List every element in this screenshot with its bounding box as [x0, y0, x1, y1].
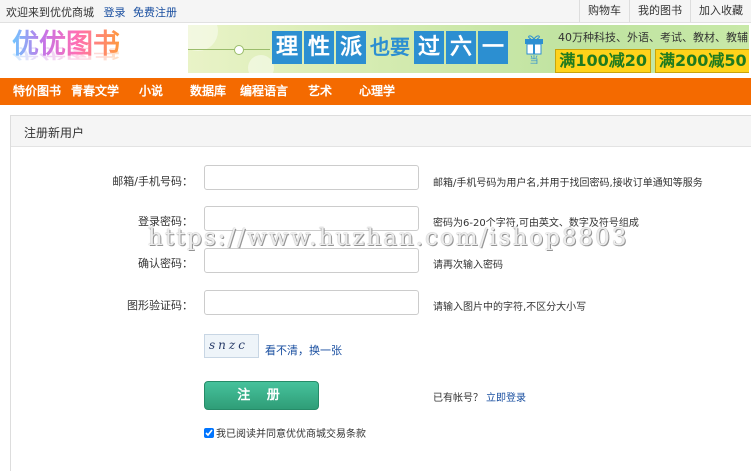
login-link[interactable]: 登录: [104, 6, 126, 19]
cart-link[interactable]: 购物车: [579, 0, 629, 22]
banner-dot: [234, 45, 244, 55]
promo-char: 也要: [370, 35, 410, 59]
top-bar-right: 购物车 我的图书 加入收藏: [579, 0, 751, 22]
terms-text: 我已阅读并同意优优商城交易条款: [216, 429, 366, 440]
promo-deals: 满100减20 满200减50: [555, 49, 749, 73]
banner-line: [188, 49, 270, 50]
terms-agreement[interactable]: 我已阅读并同意优优商城交易条款: [204, 425, 366, 440]
nav-item-database[interactable]: 数据库: [190, 78, 226, 105]
nav-item-programming[interactable]: 编程语言: [240, 78, 288, 105]
my-books-link[interactable]: 我的图书: [629, 0, 690, 22]
nav-item-psychology[interactable]: 心理学: [359, 78, 395, 105]
site-logo[interactable]: 优优图书 优优图书: [10, 25, 140, 73]
have-account-text: 已有帐号？: [433, 393, 483, 404]
promo-char: 理: [272, 31, 302, 64]
password-field[interactable]: [204, 206, 419, 231]
nav-item-youth-literature[interactable]: 青春文学: [71, 78, 119, 105]
promo-subtitle: 40万种科技、外语、考试、教材、教辅: [558, 31, 748, 44]
register-link[interactable]: 免费注册: [133, 6, 177, 19]
promo-headline: 理 性 派 也要 过 六 一: [272, 31, 510, 64]
panel-header: 注册新用户: [11, 116, 751, 147]
promo-deal: 满100减20: [555, 49, 651, 73]
refresh-captcha-link[interactable]: 看不清，换一张: [265, 342, 342, 358]
captcha-input[interactable]: [204, 290, 419, 315]
nav-item-bargain-books[interactable]: 特价图书: [13, 78, 61, 105]
captcha-text: snzc: [209, 338, 248, 352]
password-label: 登录密码：: [138, 215, 193, 228]
confirm-password-hint: 请再次输入密码: [433, 260, 503, 271]
confirm-password-field[interactable]: [204, 248, 419, 273]
top-bar-left: 欢迎来到优优商城 登录 免费注册: [6, 4, 177, 20]
category-nav: 特价图书 青春文学 小说 数据库 编程语言 艺术 心理学: [0, 78, 751, 105]
promo-deal: 满200减50: [655, 49, 749, 73]
password-hint: 密码为6-20个字符,可由英文、数字及符号组成: [433, 218, 639, 229]
email-field[interactable]: [204, 165, 419, 190]
promo-char: 性: [304, 31, 334, 64]
welcome-text: 欢迎来到优优商城: [6, 6, 94, 19]
promo-char: 派: [336, 31, 366, 64]
promo-banner[interactable]: 理 性 派 也要 过 六 一 当 40万种科技、外语、考试、教材、教辅 满100…: [188, 25, 749, 73]
confirm-password-label: 确认密码：: [138, 257, 193, 270]
top-bar: 欢迎来到优优商城 登录 免费注册 购物车 我的图书 加入收藏: [0, 0, 751, 23]
add-favorite-link[interactable]: 加入收藏: [690, 0, 751, 22]
promo-right: 40万种科技、外语、考试、教材、教辅 满100减20 满200减50: [555, 27, 749, 73]
captcha-label: 图形验证码：: [127, 299, 193, 312]
header: 优优图书 优优图书 理 性 派 也要 过 六 一 当 40万种科技、外语、考试、…: [0, 23, 751, 75]
banner-bubble: [188, 25, 218, 51]
promo-char: 六: [446, 31, 476, 64]
register-button[interactable]: 注 册: [204, 381, 319, 410]
email-hint: 邮箱/手机号码为用户名,并用于找回密码,接收订单通知等服务: [433, 178, 703, 189]
email-label: 邮箱/手机号码：: [112, 175, 193, 188]
promo-char: 过: [414, 31, 444, 64]
login-now-link[interactable]: 立即登录: [486, 393, 526, 404]
nav-item-art[interactable]: 艺术: [308, 78, 332, 105]
page-title: 注册新用户: [24, 126, 85, 140]
gift-icon: 当: [525, 35, 543, 65]
terms-checkbox[interactable]: [204, 427, 214, 438]
promo-char: 一: [478, 31, 508, 64]
nav-item-novels[interactable]: 小说: [139, 78, 163, 105]
captcha-hint: 请输入图片中的字符,不区分大小写: [433, 302, 587, 313]
have-account: 已有帐号？ 立即登录: [433, 389, 526, 404]
gift-label: 当: [529, 54, 538, 65]
logo-reflection: 优优图书: [12, 45, 120, 61]
captcha-image[interactable]: snzc: [204, 334, 259, 358]
banner-bubble: [248, 55, 274, 73]
